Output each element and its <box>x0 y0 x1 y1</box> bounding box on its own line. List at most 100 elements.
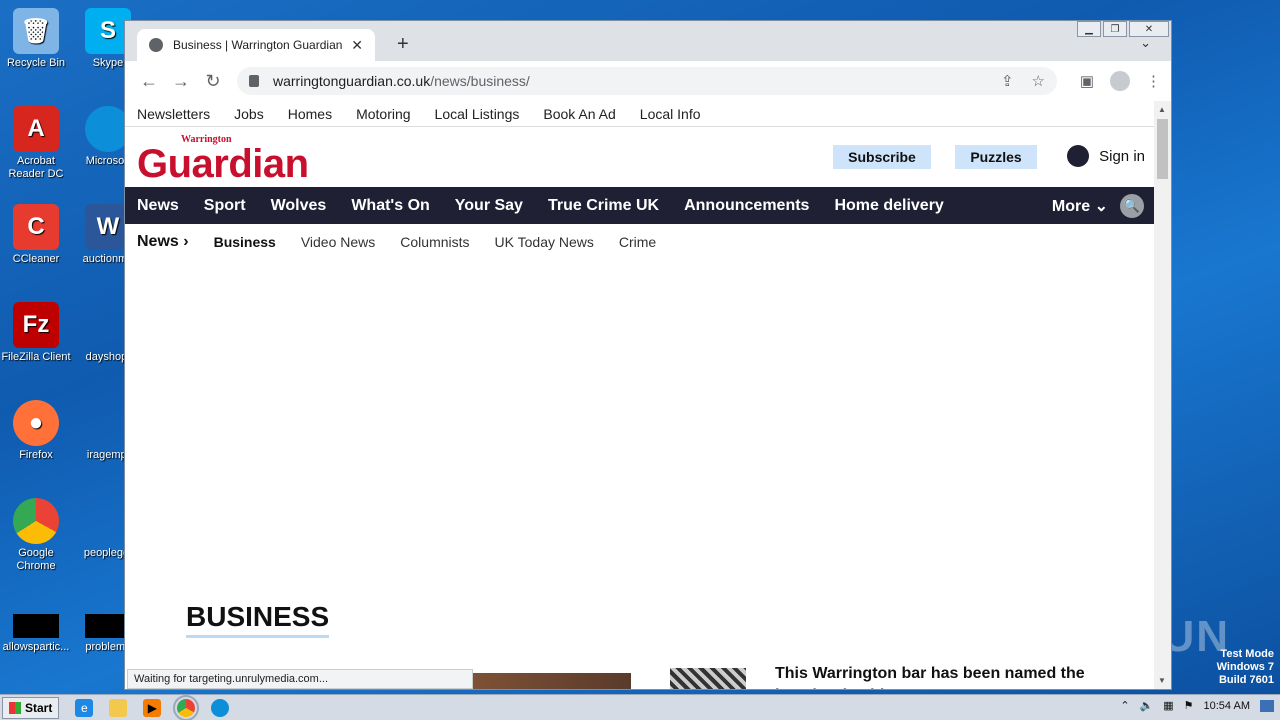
os-label: Windows 7 <box>1216 661 1274 673</box>
nav-item[interactable]: Your Say <box>455 197 523 215</box>
section-title: BUSINESS <box>186 601 330 638</box>
tab-title: Business | Warrington Guardian <box>173 38 343 52</box>
scrollbar-thumb[interactable] <box>1157 119 1168 179</box>
top-link[interactable]: Homes <box>288 106 332 122</box>
ccleaner-icon: C <box>13 204 59 250</box>
sub-nav-item[interactable]: UK Today News <box>495 234 594 250</box>
share-icon[interactable]: ⇪ <box>1001 72 1014 90</box>
user-icon <box>1067 145 1090 167</box>
show-desktop-icon[interactable] <box>1260 699 1274 712</box>
main-nav: News Sport Wolves What's On Your Say Tru… <box>125 187 1154 224</box>
article-title-link[interactable]: This Warrington bar has been named the b… <box>775 663 1095 689</box>
network-icon[interactable]: ▦ <box>1163 699 1173 712</box>
search-icon[interactable]: 🔍 <box>1120 194 1144 218</box>
nav-item[interactable]: Wolves <box>271 197 327 215</box>
more-label: More <box>1051 197 1091 215</box>
forward-button[interactable]: → <box>165 71 197 92</box>
clock[interactable]: 10:54 AM <box>1204 700 1250 712</box>
page-viewport: Newsletters Jobs Homes Motoring Local Li… <box>125 101 1171 689</box>
desktop-icon-ccleaner[interactable]: C CCleaner <box>0 204 72 266</box>
menu-kebab-icon[interactable]: ⋮ <box>1146 72 1161 90</box>
media-player-icon[interactable]: ▶ <box>143 698 162 717</box>
sub-nav-item-active[interactable]: Business <box>214 234 276 250</box>
top-link[interactable]: Jobs <box>234 106 264 122</box>
masthead: Warrington Guardian Subscribe Puzzles Si… <box>125 127 1171 187</box>
url-path: /news/business/ <box>430 73 530 89</box>
top-link[interactable]: Book An Ad <box>543 106 615 122</box>
new-tab-button[interactable]: + <box>397 33 409 56</box>
logo-big-text: Guardian <box>137 142 309 186</box>
sub-nav-item[interactable]: Crime <box>619 234 656 250</box>
more-menu-button[interactable]: More ⌄ <box>1052 196 1108 216</box>
desktop-icon-filezilla[interactable]: Fz FileZilla Client <box>0 302 72 364</box>
desktop-icon-acrobat[interactable]: A Acrobat Reader DC <box>0 106 72 181</box>
reload-button[interactable]: ↻ <box>197 71 229 92</box>
bookmark-star-icon[interactable]: ☆ <box>1032 72 1045 90</box>
desktop-icon-recycle-bin[interactable]: 🗑 Recycle Bin <box>0 8 72 70</box>
top-links: Newsletters Jobs Homes Motoring Local Li… <box>125 101 1171 127</box>
back-button[interactable]: ← <box>133 71 165 92</box>
filezilla-icon: Fz <box>13 302 59 348</box>
address-bar[interactable]: warringtonguardian.co.uk/news/business/ … <box>237 67 1057 95</box>
desktop-icon-label: Firefox <box>19 449 53 461</box>
top-link[interactable]: Motoring <box>356 106 410 122</box>
sub-nav: News › Business Video News Columnists UK… <box>125 224 1171 260</box>
side-panel-icon[interactable]: ▣ <box>1080 72 1094 90</box>
recycle-bin-icon: 🗑 <box>13 8 59 54</box>
desktop-icon-label: FileZilla Client <box>1 351 71 363</box>
top-link[interactable]: Newsletters <box>137 106 210 122</box>
taskbar: Start e ▶ ⌃ 🔈 ▦ ⚑ 10:54 AM <box>0 694 1280 720</box>
sub-nav-item[interactable]: Columnists <box>400 234 469 250</box>
top-link[interactable]: Local Listings <box>435 106 520 122</box>
desktop-icon-file[interactable]: allowspartic... <box>0 614 72 654</box>
lock-icon[interactable] <box>249 75 259 87</box>
scroll-up-icon[interactable]: ▲ <box>1158 105 1166 114</box>
explorer-icon[interactable] <box>109 698 128 717</box>
close-tab-icon[interactable]: ✕ <box>351 37 363 54</box>
nav-item[interactable]: Sport <box>204 197 246 215</box>
puzzles-button[interactable]: Puzzles <box>955 145 1037 169</box>
acrobat-icon: A <box>13 106 59 152</box>
desktop-icon-chrome[interactable]: Google Chrome <box>0 498 72 573</box>
test-mode-label: Test Mode <box>1220 648 1274 660</box>
nav-item[interactable]: Home delivery <box>834 197 943 215</box>
ie-icon[interactable]: e <box>75 698 94 717</box>
breadcrumb-current[interactable]: News › <box>137 233 189 251</box>
action-center-flag-icon[interactable]: ⚑ <box>1184 699 1194 712</box>
firefox-icon: ● <box>13 400 59 446</box>
start-label: Start <box>25 700 53 715</box>
subscribe-button[interactable]: Subscribe <box>833 145 931 169</box>
start-button[interactable]: Start <box>2 696 60 719</box>
browser-toolbar: ← → ↻ warringtonguardian.co.uk/news/busi… <box>125 61 1171 101</box>
scroll-down-icon[interactable]: ▼ <box>1158 676 1166 685</box>
nav-item[interactable]: Announcements <box>684 197 809 215</box>
edge-taskbar-icon[interactable] <box>211 698 230 717</box>
tab-search-button[interactable]: ⌄ <box>1140 35 1151 51</box>
desktop-icon-label: Acrobat Reader DC <box>8 155 64 180</box>
nav-item[interactable]: News <box>137 197 179 215</box>
sub-nav-item[interactable]: Video News <box>301 234 375 250</box>
sign-in-label: Sign in <box>1099 147 1145 165</box>
windows-logo-icon <box>9 701 21 714</box>
chrome-icon <box>13 498 59 544</box>
chrome-taskbar-icon[interactable] <box>173 694 200 720</box>
chevron-right-icon: › <box>183 233 189 250</box>
tray-expand-icon[interactable]: ⌃ <box>1120 699 1129 712</box>
page-scrollbar[interactable]: ▲ ▼ <box>1154 101 1171 689</box>
profile-avatar[interactable] <box>1110 71 1130 91</box>
file-icon <box>13 614 59 638</box>
build-label: Build 7601 <box>1218 674 1274 686</box>
tab-active[interactable]: Business | Warrington Guardian ✕ <box>137 29 375 61</box>
nav-item[interactable]: What's On <box>351 197 429 215</box>
url-host: warringtonguardian.co.uk <box>273 73 431 89</box>
desktop-icon-label: CCleaner <box>12 253 60 265</box>
volume-icon[interactable]: 🔈 <box>1140 699 1154 712</box>
toolbar-right: ▣ ⋮ <box>1080 71 1161 91</box>
sign-in-link[interactable]: Sign in <box>1067 145 1145 167</box>
nav-item[interactable]: True Crime UK <box>548 197 659 215</box>
article-thumbnail[interactable] <box>670 668 746 689</box>
desktop-icon-firefox[interactable]: ● Firefox <box>0 400 72 462</box>
browser-window: ▁ ❐ ✕ Business | Warrington Guardian ✕ +… <box>124 20 1172 690</box>
top-link[interactable]: Local Info <box>640 106 701 122</box>
site-logo[interactable]: Warrington Guardian <box>137 135 309 186</box>
